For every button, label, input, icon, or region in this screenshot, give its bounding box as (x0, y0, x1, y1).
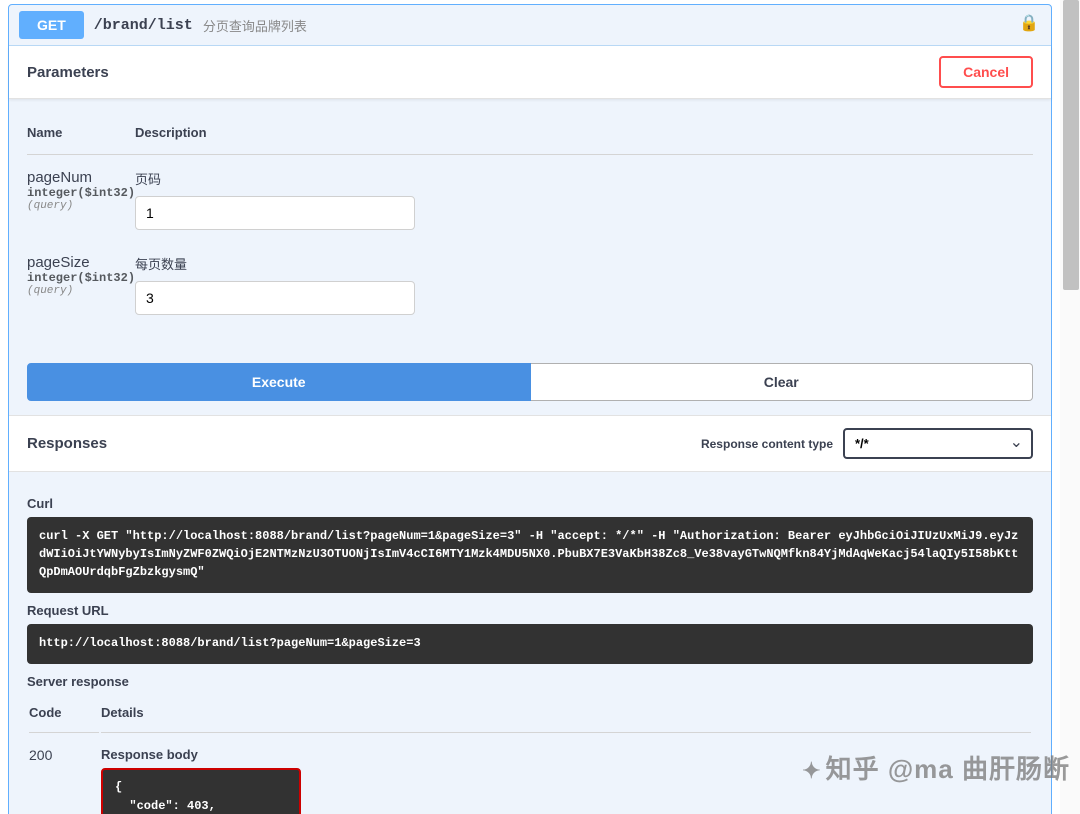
endpoint-summary: 分页查询品牌列表 (203, 16, 307, 35)
scrollbar-thumb[interactable] (1063, 0, 1079, 290)
vertical-scrollbar[interactable] (1060, 0, 1080, 814)
param-row: pageSize integer($int32) (query) 每页数量 (27, 240, 1033, 325)
operation-summary[interactable]: GET /brand/list 分页查询品牌列表 🔒 (9, 5, 1051, 46)
clear-button[interactable]: Clear (531, 363, 1034, 401)
param-type: integer($int32) (27, 186, 135, 200)
param-row: pageNum integer($int32) (query) 页码 (27, 155, 1033, 241)
content-type-label: Response content type (701, 437, 833, 451)
cancel-button[interactable]: Cancel (939, 56, 1033, 88)
parameters-header: Parameters Cancel (9, 46, 1051, 99)
parameters-body: Name Description pageNum integer($int32)… (9, 99, 1051, 343)
param-name: pageSize (27, 254, 135, 271)
param-in: (query) (27, 285, 135, 297)
param-input-pagenum[interactable] (135, 196, 415, 230)
col-header-name: Name (27, 117, 135, 155)
http-method-badge: GET (19, 11, 84, 39)
request-url-code[interactable]: http://localhost:8088/brand/list?pageNum… (27, 624, 1033, 664)
endpoint-path: /brand/list (94, 17, 193, 34)
content-type-select[interactable]: */* (843, 428, 1033, 459)
execute-button[interactable]: Execute (27, 363, 531, 401)
curl-code[interactable]: curl -X GET "http://localhost:8088/brand… (27, 517, 1033, 593)
col-header-details: Details (101, 697, 1031, 733)
param-name: pageNum (27, 169, 135, 186)
param-desc: 页码 (135, 169, 1033, 188)
responses-body: Curl curl -X GET "http://localhost:8088/… (9, 472, 1051, 814)
action-button-row: Execute Clear (27, 363, 1033, 401)
param-type: integer($int32) (27, 271, 135, 285)
col-header-code: Code (29, 697, 99, 733)
param-input-pagesize[interactable] (135, 281, 415, 315)
response-row: 200 Response body { "code": 403, "data":… (29, 735, 1031, 814)
curl-label: Curl (27, 496, 1033, 511)
response-body-label: Response body (101, 747, 1031, 762)
operation-block: GET /brand/list 分页查询品牌列表 🔒 Parameters Ca… (8, 4, 1052, 814)
col-header-description: Description (135, 117, 1033, 155)
param-in: (query) (27, 200, 135, 212)
lock-icon[interactable]: 🔒 (1019, 13, 1039, 33)
responses-header: Responses Response content type */* (9, 415, 1051, 472)
server-response-label: Server response (27, 674, 1033, 689)
responses-title: Responses (27, 435, 107, 452)
status-code: 200 (29, 747, 52, 763)
parameters-title: Parameters (27, 64, 109, 81)
response-body-code[interactable]: { "code": 403, "data": "抱歉，您没有访问权限", "me… (101, 768, 301, 814)
request-url-label: Request URL (27, 603, 1033, 618)
param-desc: 每页数量 (135, 254, 1033, 273)
